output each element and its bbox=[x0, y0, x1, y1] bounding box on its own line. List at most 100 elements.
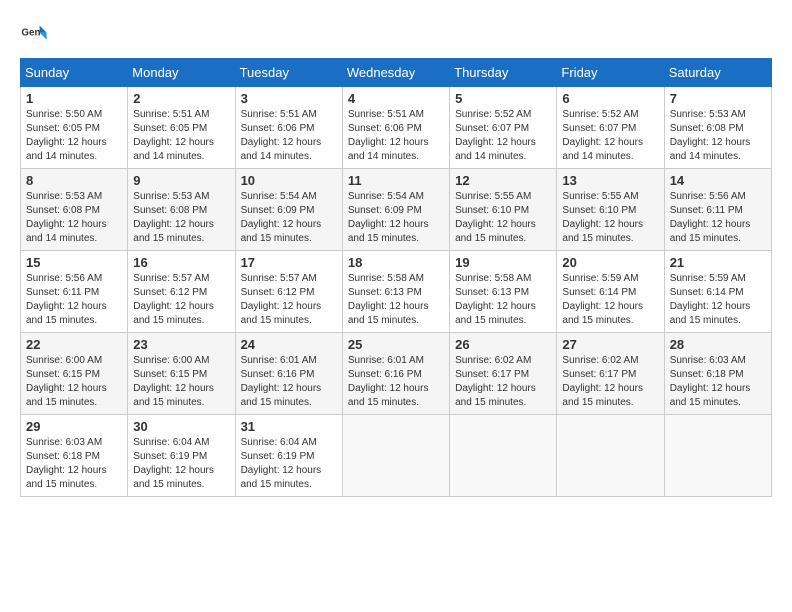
calendar-cell: 28 Sunrise: 6:03 AMSunset: 6:18 PMDaylig… bbox=[664, 333, 771, 415]
day-number: 30 bbox=[133, 419, 229, 434]
calendar-cell: 2 Sunrise: 5:51 AMSunset: 6:05 PMDayligh… bbox=[128, 87, 235, 169]
header-monday: Monday bbox=[128, 59, 235, 87]
day-info: Sunrise: 6:02 AMSunset: 6:17 PMDaylight:… bbox=[455, 355, 536, 408]
calendar-cell: 10 Sunrise: 5:54 AMSunset: 6:09 PMDaylig… bbox=[235, 169, 342, 251]
day-number: 17 bbox=[241, 255, 337, 270]
day-number: 16 bbox=[133, 255, 229, 270]
day-info: Sunrise: 5:54 AMSunset: 6:09 PMDaylight:… bbox=[241, 191, 322, 244]
day-number: 20 bbox=[562, 255, 658, 270]
day-info: Sunrise: 6:01 AMSunset: 6:16 PMDaylight:… bbox=[241, 355, 322, 408]
day-info: Sunrise: 5:55 AMSunset: 6:10 PMDaylight:… bbox=[562, 191, 643, 244]
day-number: 23 bbox=[133, 337, 229, 352]
calendar-cell: 16 Sunrise: 5:57 AMSunset: 6:12 PMDaylig… bbox=[128, 251, 235, 333]
day-number: 10 bbox=[241, 173, 337, 188]
calendar-week-5: 29 Sunrise: 6:03 AMSunset: 6:18 PMDaylig… bbox=[21, 415, 772, 497]
day-number: 26 bbox=[455, 337, 551, 352]
day-number: 28 bbox=[670, 337, 766, 352]
day-info: Sunrise: 5:55 AMSunset: 6:10 PMDaylight:… bbox=[455, 191, 536, 244]
day-info: Sunrise: 6:01 AMSunset: 6:16 PMDaylight:… bbox=[348, 355, 429, 408]
day-info: Sunrise: 5:58 AMSunset: 6:13 PMDaylight:… bbox=[455, 273, 536, 326]
calendar-cell: 21 Sunrise: 5:59 AMSunset: 6:14 PMDaylig… bbox=[664, 251, 771, 333]
day-info: Sunrise: 5:52 AMSunset: 6:07 PMDaylight:… bbox=[562, 109, 643, 162]
day-number: 25 bbox=[348, 337, 444, 352]
calendar-cell: 1 Sunrise: 5:50 AMSunset: 6:05 PMDayligh… bbox=[21, 87, 128, 169]
calendar-week-3: 15 Sunrise: 5:56 AMSunset: 6:11 PMDaylig… bbox=[21, 251, 772, 333]
header-tuesday: Tuesday bbox=[235, 59, 342, 87]
calendar-cell: 15 Sunrise: 5:56 AMSunset: 6:11 PMDaylig… bbox=[21, 251, 128, 333]
day-number: 12 bbox=[455, 173, 551, 188]
calendar-cell: 31 Sunrise: 6:04 AMSunset: 6:19 PMDaylig… bbox=[235, 415, 342, 497]
calendar-cell: 9 Sunrise: 5:53 AMSunset: 6:08 PMDayligh… bbox=[128, 169, 235, 251]
day-info: Sunrise: 5:53 AMSunset: 6:08 PMDaylight:… bbox=[670, 109, 751, 162]
day-info: Sunrise: 5:51 AMSunset: 6:05 PMDaylight:… bbox=[133, 109, 214, 162]
day-info: Sunrise: 5:58 AMSunset: 6:13 PMDaylight:… bbox=[348, 273, 429, 326]
calendar-cell: 27 Sunrise: 6:02 AMSunset: 6:17 PMDaylig… bbox=[557, 333, 664, 415]
day-info: Sunrise: 5:51 AMSunset: 6:06 PMDaylight:… bbox=[241, 109, 322, 162]
calendar-cell bbox=[342, 415, 449, 497]
logo-icon: Gen bbox=[20, 20, 48, 48]
day-info: Sunrise: 5:53 AMSunset: 6:08 PMDaylight:… bbox=[26, 191, 107, 244]
day-number: 11 bbox=[348, 173, 444, 188]
calendar-cell: 13 Sunrise: 5:55 AMSunset: 6:10 PMDaylig… bbox=[557, 169, 664, 251]
day-info: Sunrise: 6:03 AMSunset: 6:18 PMDaylight:… bbox=[26, 437, 107, 490]
day-number: 24 bbox=[241, 337, 337, 352]
svg-text:Gen: Gen bbox=[21, 27, 40, 38]
day-info: Sunrise: 5:52 AMSunset: 6:07 PMDaylight:… bbox=[455, 109, 536, 162]
day-number: 9 bbox=[133, 173, 229, 188]
calendar-week-1: 1 Sunrise: 5:50 AMSunset: 6:05 PMDayligh… bbox=[21, 87, 772, 169]
day-number: 15 bbox=[26, 255, 122, 270]
calendar-cell: 20 Sunrise: 5:59 AMSunset: 6:14 PMDaylig… bbox=[557, 251, 664, 333]
calendar-cell: 18 Sunrise: 5:58 AMSunset: 6:13 PMDaylig… bbox=[342, 251, 449, 333]
calendar-cell: 26 Sunrise: 6:02 AMSunset: 6:17 PMDaylig… bbox=[450, 333, 557, 415]
day-number: 21 bbox=[670, 255, 766, 270]
day-number: 18 bbox=[348, 255, 444, 270]
day-info: Sunrise: 5:54 AMSunset: 6:09 PMDaylight:… bbox=[348, 191, 429, 244]
day-number: 4 bbox=[348, 91, 444, 106]
day-info: Sunrise: 5:59 AMSunset: 6:14 PMDaylight:… bbox=[562, 273, 643, 326]
day-number: 29 bbox=[26, 419, 122, 434]
day-info: Sunrise: 5:59 AMSunset: 6:14 PMDaylight:… bbox=[670, 273, 751, 326]
calendar-cell bbox=[557, 415, 664, 497]
header-thursday: Thursday bbox=[450, 59, 557, 87]
day-number: 22 bbox=[26, 337, 122, 352]
header-friday: Friday bbox=[557, 59, 664, 87]
day-number: 5 bbox=[455, 91, 551, 106]
day-info: Sunrise: 5:57 AMSunset: 6:12 PMDaylight:… bbox=[133, 273, 214, 326]
calendar-cell: 17 Sunrise: 5:57 AMSunset: 6:12 PMDaylig… bbox=[235, 251, 342, 333]
calendar-cell bbox=[664, 415, 771, 497]
day-info: Sunrise: 5:51 AMSunset: 6:06 PMDaylight:… bbox=[348, 109, 429, 162]
calendar-cell bbox=[450, 415, 557, 497]
calendar-cell: 22 Sunrise: 6:00 AMSunset: 6:15 PMDaylig… bbox=[21, 333, 128, 415]
day-number: 2 bbox=[133, 91, 229, 106]
calendar-week-4: 22 Sunrise: 6:00 AMSunset: 6:15 PMDaylig… bbox=[21, 333, 772, 415]
calendar-cell: 5 Sunrise: 5:52 AMSunset: 6:07 PMDayligh… bbox=[450, 87, 557, 169]
day-info: Sunrise: 6:04 AMSunset: 6:19 PMDaylight:… bbox=[241, 437, 322, 490]
day-info: Sunrise: 6:04 AMSunset: 6:19 PMDaylight:… bbox=[133, 437, 214, 490]
header-row: SundayMondayTuesdayWednesdayThursdayFrid… bbox=[21, 59, 772, 87]
page-header: Gen bbox=[20, 20, 772, 48]
calendar-cell: 14 Sunrise: 5:56 AMSunset: 6:11 PMDaylig… bbox=[664, 169, 771, 251]
calendar-cell: 30 Sunrise: 6:04 AMSunset: 6:19 PMDaylig… bbox=[128, 415, 235, 497]
day-number: 3 bbox=[241, 91, 337, 106]
header-saturday: Saturday bbox=[664, 59, 771, 87]
day-number: 1 bbox=[26, 91, 122, 106]
calendar-cell: 11 Sunrise: 5:54 AMSunset: 6:09 PMDaylig… bbox=[342, 169, 449, 251]
calendar-cell: 12 Sunrise: 5:55 AMSunset: 6:10 PMDaylig… bbox=[450, 169, 557, 251]
day-number: 14 bbox=[670, 173, 766, 188]
day-number: 8 bbox=[26, 173, 122, 188]
day-number: 31 bbox=[241, 419, 337, 434]
calendar-cell: 7 Sunrise: 5:53 AMSunset: 6:08 PMDayligh… bbox=[664, 87, 771, 169]
day-info: Sunrise: 5:57 AMSunset: 6:12 PMDaylight:… bbox=[241, 273, 322, 326]
calendar-cell: 4 Sunrise: 5:51 AMSunset: 6:06 PMDayligh… bbox=[342, 87, 449, 169]
logo: Gen bbox=[20, 20, 52, 48]
day-info: Sunrise: 6:00 AMSunset: 6:15 PMDaylight:… bbox=[133, 355, 214, 408]
calendar-cell: 6 Sunrise: 5:52 AMSunset: 6:07 PMDayligh… bbox=[557, 87, 664, 169]
calendar-week-2: 8 Sunrise: 5:53 AMSunset: 6:08 PMDayligh… bbox=[21, 169, 772, 251]
calendar-cell: 23 Sunrise: 6:00 AMSunset: 6:15 PMDaylig… bbox=[128, 333, 235, 415]
day-number: 6 bbox=[562, 91, 658, 106]
calendar-cell: 29 Sunrise: 6:03 AMSunset: 6:18 PMDaylig… bbox=[21, 415, 128, 497]
calendar-table: SundayMondayTuesdayWednesdayThursdayFrid… bbox=[20, 58, 772, 497]
day-number: 7 bbox=[670, 91, 766, 106]
day-number: 19 bbox=[455, 255, 551, 270]
day-info: Sunrise: 6:03 AMSunset: 6:18 PMDaylight:… bbox=[670, 355, 751, 408]
